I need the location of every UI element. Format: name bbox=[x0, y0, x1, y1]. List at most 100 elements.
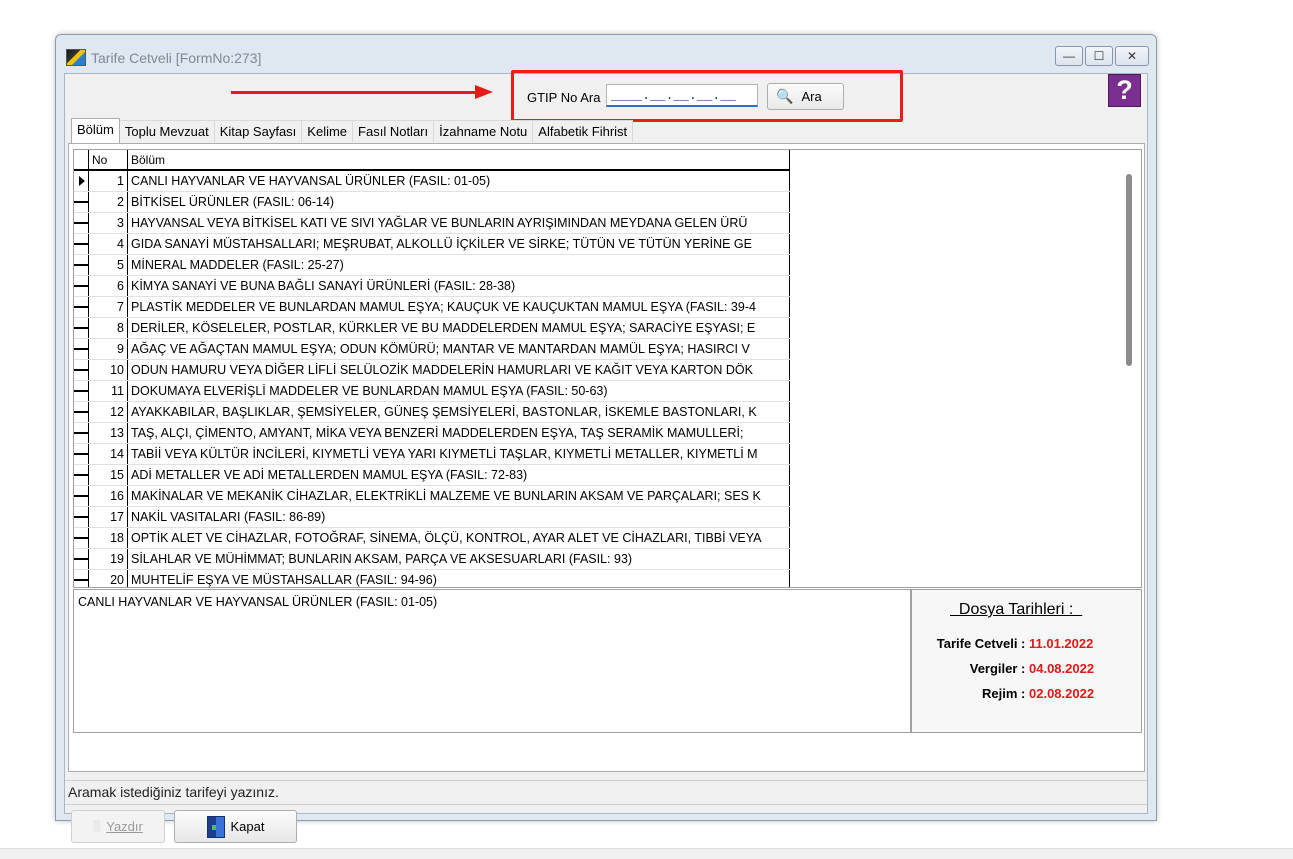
row-marker bbox=[74, 327, 88, 329]
table-row[interactable]: 6 KİMYA SANAYİ VE BUNA BAĞLI SANAYİ ÜRÜNL… bbox=[74, 276, 790, 297]
bottom-button-bar: ░ Yazdır Kapat bbox=[65, 804, 1147, 844]
search-button[interactable]: 🔍 Ara bbox=[767, 83, 844, 110]
table-row[interactable]: 11 DOKUMAYA ELVERİŞLİ MADDELER VE BUNLARD… bbox=[74, 381, 790, 402]
cell-bolum: AĞAÇ VE AĞAÇTAN MAMUL EŞYA; ODUN KÖMÜRÜ;… bbox=[128, 339, 790, 359]
date-value: 04.08.2022 bbox=[1029, 661, 1095, 676]
cell-no: 12 bbox=[89, 402, 128, 422]
cell-no: 7 bbox=[89, 297, 128, 317]
vertical-scrollbar[interactable] bbox=[1126, 174, 1132, 366]
table-row[interactable]: 9 AĞAÇ VE AĞAÇTAN MAMUL EŞYA; ODUN KÖMÜRÜ… bbox=[74, 339, 790, 360]
taskbar-strip bbox=[0, 848, 1293, 859]
row-indicator bbox=[74, 192, 89, 212]
minimize-button[interactable]: — bbox=[1055, 46, 1083, 66]
help-icon[interactable]: ? bbox=[1108, 74, 1141, 107]
cell-no: 9 bbox=[89, 339, 128, 359]
printer-icon: ░ bbox=[93, 821, 101, 832]
gtip-search-input[interactable]: ____.__.__.__.__ bbox=[606, 84, 758, 107]
table-row[interactable]: 2 BİTKİSEL ÜRÜNLER (FASIL: 06-14) bbox=[74, 192, 790, 213]
table-row[interactable]: 14 TABİİ VEYA KÜLTÜR İNCİLERİ, KIYMETLİ V… bbox=[74, 444, 790, 465]
column-header-no[interactable]: No bbox=[89, 150, 128, 169]
row-marker bbox=[74, 411, 88, 413]
date-row-vergiler: Vergiler : 04.08.2022 bbox=[970, 661, 1101, 676]
row-marker bbox=[74, 306, 88, 308]
cell-bolum: PLASTİK MEDDELER VE BUNLARDAN MAMUL EŞYA… bbox=[128, 297, 790, 317]
row-indicator bbox=[74, 423, 89, 443]
table-row[interactable]: 3 HAYVANSAL VEYA BİTKİSEL KATI VE SIVI YA… bbox=[74, 213, 790, 234]
door-exit-icon bbox=[206, 815, 225, 838]
cell-bolum: AYAKKABILAR, BAŞLIKLAR, ŞEMSİYELER, GÜNE… bbox=[128, 402, 790, 422]
row-marker bbox=[74, 264, 88, 266]
table-row[interactable]: 19 SİLAHLAR VE MÜHİMMAT; BUNLARIN AKSAM, … bbox=[74, 549, 790, 570]
row-marker bbox=[74, 516, 88, 518]
cell-no: 10 bbox=[89, 360, 128, 380]
tab-alfabetik-fihrist[interactable]: Alfabetik Fihrist bbox=[532, 120, 634, 142]
tab-kitap-sayfasi[interactable]: Kitap Sayfası bbox=[213, 120, 303, 142]
cell-bolum: NAKİL VASITALARI (FASIL: 86-89) bbox=[128, 507, 790, 527]
table-row[interactable]: 17 NAKİL VASITALARI (FASIL: 86-89) bbox=[74, 507, 790, 528]
tab-fasil-notlari[interactable]: Fasıl Notları bbox=[352, 120, 435, 142]
row-indicator bbox=[74, 465, 89, 485]
table-row[interactable]: 7 PLASTİK MEDDELER VE BUNLARDAN MAMUL EŞY… bbox=[74, 297, 790, 318]
row-marker bbox=[74, 285, 88, 287]
table-row[interactable]: 20 MUHTELİF EŞYA VE MÜSTAHSALLAR (FASIL: … bbox=[74, 570, 790, 587]
bolum-grid: No Bölüm 1 CANLI HAYVANLAR VE HAYVANSAL Ü… bbox=[74, 150, 790, 587]
client-area: GTIP No Ara ____.__.__.__.__ 🔍 Ara ? Böl… bbox=[64, 70, 1148, 843]
row-indicator bbox=[74, 276, 89, 296]
date-label: Vergiler : bbox=[969, 661, 1026, 676]
row-indicator bbox=[74, 549, 89, 569]
tab-toplu-mevzuat[interactable]: Toplu Mevzuat bbox=[118, 120, 215, 142]
table-row[interactable]: 15 ADİ METALLER VE ADİ METALLERDEN MAMUL … bbox=[74, 465, 790, 486]
cell-no: 6 bbox=[89, 276, 128, 296]
title-bar[interactable]: Tarife Cetveli [FormNo:273] — ☐ ✕ bbox=[56, 35, 1156, 73]
tab-izahname-notu[interactable]: İzahname Notu bbox=[433, 120, 534, 142]
row-marker bbox=[74, 369, 88, 371]
cell-no: 5 bbox=[89, 255, 128, 275]
cell-no: 2 bbox=[89, 192, 128, 212]
cell-no: 17 bbox=[89, 507, 128, 527]
cell-bolum: DERİLER, KÖSELELER, POSTLAR, KÜRKLER VE … bbox=[128, 318, 790, 338]
header-indicator bbox=[74, 150, 89, 169]
cell-bolum: BİTKİSEL ÜRÜNLER (FASIL: 06-14) bbox=[128, 192, 790, 212]
print-button[interactable]: ░ Yazdır bbox=[71, 810, 165, 843]
magnifier-icon: 🔍 bbox=[776, 88, 794, 104]
table-row[interactable]: 16 MAKİNALAR VE MEKANİK CİHAZLAR, ELEKTRİ… bbox=[74, 486, 790, 507]
tab-bolum[interactable]: Bölüm bbox=[71, 118, 120, 143]
gtip-search-label: GTIP No Ara bbox=[527, 90, 601, 105]
row-indicator bbox=[74, 360, 89, 380]
row-indicator bbox=[74, 339, 89, 359]
cell-no: 16 bbox=[89, 486, 128, 506]
cell-no: 13 bbox=[89, 423, 128, 443]
table-row[interactable]: 8 DERİLER, KÖSELELER, POSTLAR, KÜRKLER VE… bbox=[74, 318, 790, 339]
search-button-label: Ara bbox=[801, 89, 822, 104]
window-title: Tarife Cetveli [FormNo:273] bbox=[91, 50, 262, 66]
close-button-label: Kapat bbox=[230, 819, 265, 834]
tab-kelime[interactable]: Kelime bbox=[301, 120, 354, 142]
close-button[interactable]: Kapat bbox=[174, 810, 297, 843]
row-marker bbox=[74, 579, 88, 581]
window-controls: — ☐ ✕ bbox=[1055, 46, 1149, 66]
cell-no: 15 bbox=[89, 465, 128, 485]
status-bar: Aramak istediğiniz tarifeyi yazınız. bbox=[65, 780, 1147, 804]
table-row[interactable]: 5 MİNERAL MADDELER (FASIL: 25-27) bbox=[74, 255, 790, 276]
close-icon: ✕ bbox=[1126, 49, 1138, 63]
column-header-bolum[interactable]: Bölüm bbox=[128, 150, 790, 169]
table-row[interactable]: 4 GIDA SANAYİ MÜSTAHSALLARI; MEŞRUBAT, AL… bbox=[74, 234, 790, 255]
maximize-button[interactable]: ☐ bbox=[1085, 46, 1113, 66]
date-label: Tarife Cetveli : bbox=[936, 636, 1026, 651]
cell-bolum: ADİ METALLER VE ADİ METALLERDEN MAMUL EŞ… bbox=[128, 465, 790, 485]
current-row-indicator bbox=[74, 171, 89, 191]
close-window-button[interactable]: ✕ bbox=[1115, 46, 1149, 66]
bolum-grid-area: No Bölüm 1 CANLI HAYVANLAR VE HAYVANSAL Ü… bbox=[73, 149, 1142, 588]
row-indicator bbox=[74, 213, 89, 233]
table-row[interactable]: 13 TAŞ, ALÇI, ÇİMENTO, AMYANT, MİKA VEYA … bbox=[74, 423, 790, 444]
table-row[interactable]: 18 OPTİK ALET VE CİHAZLAR, FOTOĞRAF, SİNE… bbox=[74, 528, 790, 549]
cell-no: 8 bbox=[89, 318, 128, 338]
date-label: Rejim : bbox=[982, 686, 1026, 701]
date-value: 11.01.2022 bbox=[1029, 636, 1094, 651]
table-row[interactable]: 12 AYAKKABILAR, BAŞLIKLAR, ŞEMSİYELER, GÜ… bbox=[74, 402, 790, 423]
table-row[interactable]: 1 CANLI HAYVANLAR VE HAYVANSAL ÜRÜNLER (F… bbox=[74, 171, 790, 192]
cell-bolum: KİMYA SANAYİ VE BUNA BAĞLI SANAYİ ÜRÜNLE… bbox=[128, 276, 790, 296]
cell-no: 4 bbox=[89, 234, 128, 254]
table-row[interactable]: 10 ODUN HAMURU VEYA DİĞER LİFLİ SELÜLOZİK… bbox=[74, 360, 790, 381]
annotation-arrow-line bbox=[231, 91, 481, 94]
